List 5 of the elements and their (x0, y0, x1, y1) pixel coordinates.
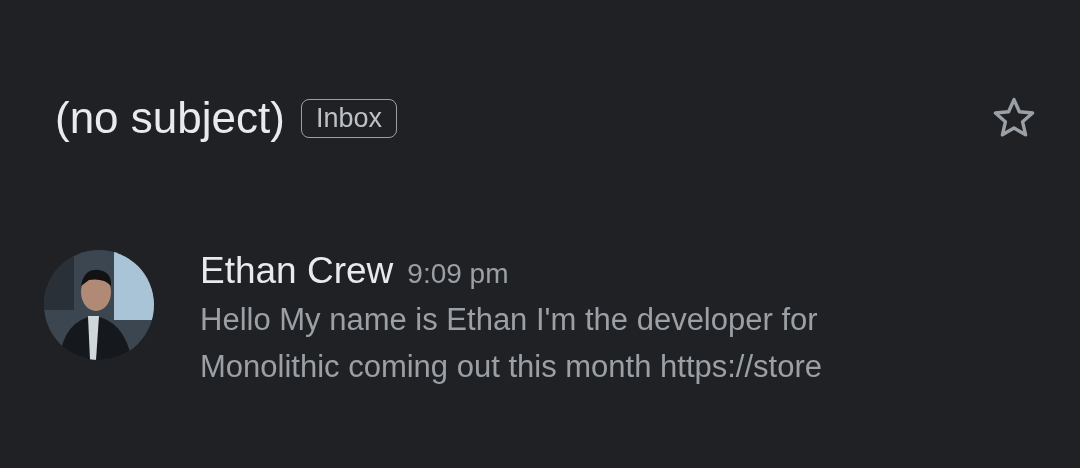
message-time: 9:09 pm (407, 258, 509, 290)
sender-name: Ethan Crew (200, 250, 394, 292)
message-snippet: Hello My name is Ethan I'm the developer for Monolithic coming out this month https://store (200, 301, 822, 386)
email-subject: (no subject) (55, 93, 285, 143)
inbox-label[interactable]: Inbox (300, 98, 397, 138)
